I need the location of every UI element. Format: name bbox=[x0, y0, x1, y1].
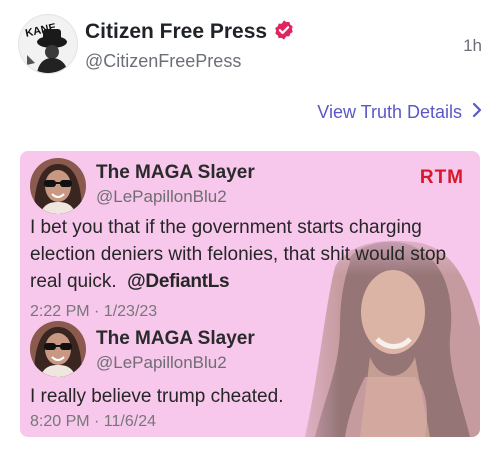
tweet-date: 2:22 PM · 1/23/23 bbox=[30, 303, 158, 320]
verified-badge-icon bbox=[273, 19, 295, 47]
tweet-text: I really believe trump cheated. bbox=[30, 386, 284, 407]
tweet-author-name: The MAGA Slayer bbox=[96, 162, 255, 183]
tweet-avatar bbox=[30, 321, 86, 377]
author-avatar[interactable]: KANE bbox=[18, 14, 78, 74]
post-time: 1h bbox=[463, 36, 482, 55]
tweet-mention: @DefiantLs bbox=[127, 271, 230, 292]
author-handle[interactable]: @CitizenFreePress bbox=[85, 51, 241, 72]
tweet-author-handle: @LePapillonBlu2 bbox=[96, 353, 227, 372]
quoted-image-card[interactable]: RTM The MAGA Slayer @LePapillonBlu2 I be… bbox=[20, 151, 480, 437]
tweet-text: I bet you that if the government starts … bbox=[30, 217, 447, 292]
rtm-watermark: RTM bbox=[419, 167, 464, 188]
tweet-avatar bbox=[30, 158, 86, 214]
view-truth-details-link[interactable]: View Truth Details bbox=[317, 101, 482, 124]
tweet-author-handle: @LePapillonBlu2 bbox=[96, 187, 227, 206]
author-name[interactable]: Citizen Free Press bbox=[85, 19, 295, 47]
view-truth-details-label: View Truth Details bbox=[317, 102, 462, 122]
chevron-right-icon bbox=[472, 101, 482, 124]
tweet-author-name: The MAGA Slayer bbox=[96, 328, 255, 349]
post-header: KANE Citizen Free Press @CitizenFreePres… bbox=[18, 14, 484, 78]
tweet-date: 8:20 PM · 11/6/24 bbox=[30, 413, 156, 430]
